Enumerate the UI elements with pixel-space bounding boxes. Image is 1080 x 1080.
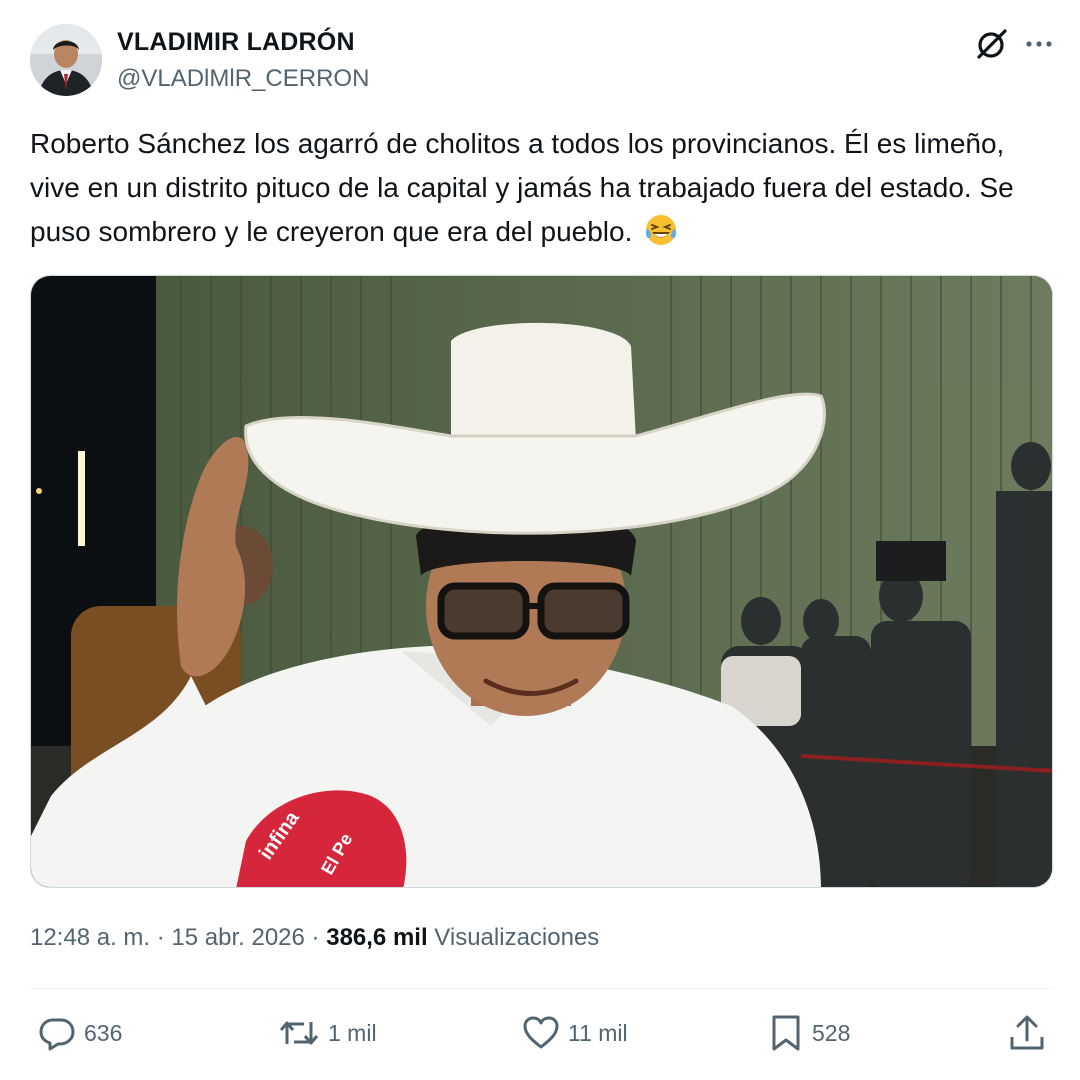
reply-button[interactable]: 636 [38,1012,122,1054]
bookmark-button[interactable]: 528 [768,1012,850,1054]
meta-separator: · [156,924,165,951]
tweet-card: VLADIMIR LADRÓN @VLADlMlR_CERRON Roberto… [0,0,1080,1080]
avatar-image [30,24,102,96]
tweet-text-body: Roberto Sánchez los agarró de cholitos a… [30,128,1014,247]
repost-count: 1 mil [328,1019,377,1046]
avatar[interactable] [30,24,102,96]
tweet-date[interactable]: 15 abr. 2026 [171,924,304,951]
tweet-time[interactable]: 12:48 a. m. [30,924,150,951]
tweet-media-image[interactable]: infina El Pe [30,275,1053,888]
views-count: 386,6 mil [326,924,428,951]
top-actions [974,26,1054,62]
like-button[interactable]: 11 mil [522,1012,628,1054]
views-label: Visualizaciones [434,924,600,951]
repost-button[interactable]: 1 mil [278,1012,377,1054]
share-button[interactable] [1008,1012,1046,1054]
author-display-name[interactable]: VLADIMIR LADRÓN [117,26,369,58]
bookmark-icon [768,1013,804,1053]
photo-man-with-white-hat: infina El Pe [31,276,1052,887]
more-options-icon[interactable] [1024,29,1054,59]
face-with-tears-of-joy-icon [644,213,678,247]
reply-count: 636 [84,1019,123,1046]
divider [30,988,1053,989]
grok-icon[interactable] [974,26,1010,62]
reply-icon [38,1014,76,1052]
share-icon [1008,1013,1046,1053]
author-handle[interactable]: @VLADlMlR_CERRON [117,63,369,95]
tweet-meta: 12:48 a. m. · 15 abr. 2026 · 386,6 mil V… [30,921,599,955]
like-icon [522,1014,560,1052]
repost-icon [278,1014,320,1052]
bookmark-count: 528 [812,1019,851,1046]
tweet-text: Roberto Sánchez los agarró de cholitos a… [30,122,1055,254]
author-block: VLADIMIR LADRÓN @VLADlMlR_CERRON [117,26,369,95]
meta-separator: · [311,924,320,951]
like-count: 11 mil [568,1019,628,1046]
